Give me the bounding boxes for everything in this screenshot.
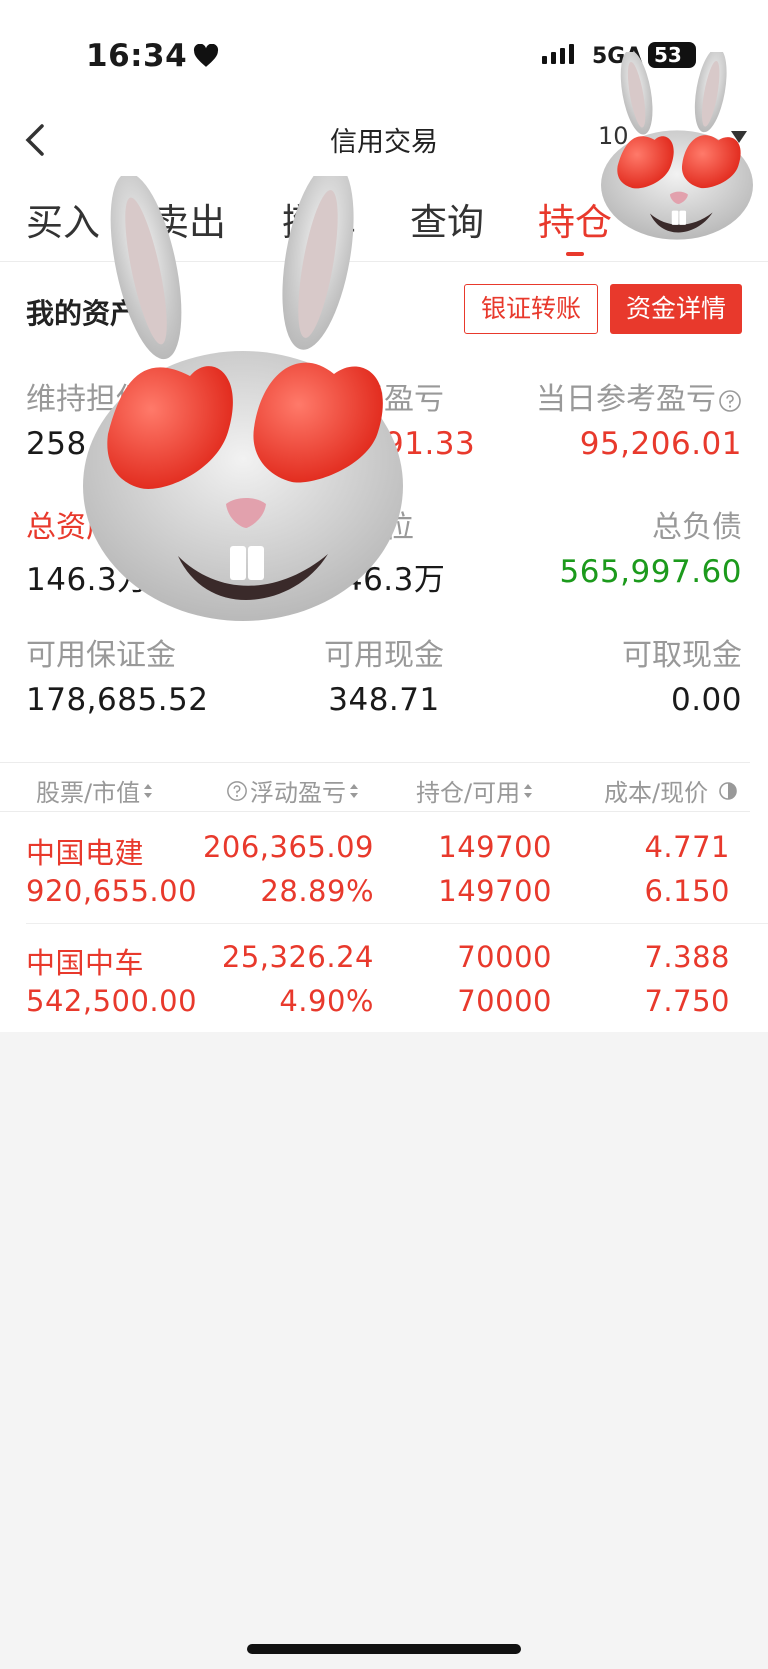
cost-price: 7.388 [644, 940, 730, 974]
market-value: 920,655.00 [26, 874, 198, 908]
home-indicator[interactable] [247, 1644, 521, 1654]
pnl-amount: 206,365.09 [202, 830, 374, 864]
pnl-percent: 4.90% [279, 984, 374, 1018]
heart-eyes-rabbit-sticker [83, 176, 403, 621]
stock-name: 中国中车 [26, 946, 145, 980]
help-icon[interactable] [226, 780, 248, 802]
metric-label: 当日参考盈亏 [536, 382, 716, 417]
col-header-position[interactable]: 持仓/可用 [416, 773, 533, 808]
col-header-label: 成本/现价 [604, 779, 709, 807]
holdings-table-header: 股票/市值 浮动盈亏 持仓/可用 成本/现价 [0, 762, 750, 812]
metric-value: 565,997.60 [559, 554, 742, 590]
help-icon[interactable] [718, 389, 742, 413]
bank-transfer-button[interactable]: 银证转账 [464, 284, 598, 334]
status-time: 16:34 [86, 38, 219, 74]
metric-available-cash: 可用现金 348.71 [264, 630, 504, 718]
tab-query[interactable]: 查询 [410, 192, 484, 246]
metric-value: 178,685.52 [26, 682, 209, 718]
col-header-cost[interactable]: 成本/现价 [604, 773, 738, 808]
sort-icon [350, 783, 358, 798]
col-header-stock[interactable]: 股票/市值 [36, 773, 153, 808]
metric-label: 可用现金 [324, 638, 444, 673]
col-header-label: 股票/市值 [36, 779, 141, 807]
metric-value: 0.00 [670, 682, 742, 718]
available-qty: 70000 [457, 984, 552, 1018]
active-tab-indicator [566, 252, 584, 256]
col-header-label: 持仓/可用 [416, 779, 521, 807]
metric-label: 可用保证金 [26, 638, 176, 673]
fund-details-button[interactable]: 资金详情 [610, 284, 742, 334]
sort-icon [524, 783, 533, 798]
metric-value: 348.71 [328, 682, 440, 718]
holding-row[interactable]: 中国中车 542,500.00 25,326.24 4.90% 70000 70… [0, 924, 768, 1034]
heart-icon [194, 44, 219, 67]
col-header-pnl[interactable]: 浮动盈亏 [226, 773, 359, 808]
column-toggle-icon[interactable] [718, 781, 738, 801]
pnl-amount: 25,326.24 [221, 940, 374, 974]
sort-icon [144, 783, 153, 798]
pnl-percent: 28.89% [260, 874, 374, 908]
stock-name: 中国电建 [26, 836, 145, 870]
current-price: 6.150 [644, 874, 730, 908]
metric-daily-pnl: 当日参考盈亏 95,206.01 [502, 374, 742, 462]
cellular-signal-icon [542, 44, 574, 64]
metric-label: 总负债 [652, 510, 742, 545]
position-qty: 70000 [457, 940, 552, 974]
metric-value: 95,206.01 [579, 426, 742, 462]
market-value: 542,500.00 [26, 984, 198, 1018]
clock-text: 16:34 [86, 38, 188, 74]
cost-price: 4.771 [644, 830, 730, 864]
col-header-label: 浮动盈亏 [250, 779, 346, 807]
metric-available-margin: 可用保证金 178,685.52 [26, 630, 266, 718]
heart-eyes-rabbit-sticker [601, 52, 753, 240]
position-qty: 149700 [438, 830, 552, 864]
metric-withdrawable-cash: 可取现金 0.00 [502, 630, 742, 718]
metric-label: 可取现金 [622, 638, 742, 673]
available-qty: 149700 [438, 874, 552, 908]
holding-row[interactable]: 中国电建 920,655.00 206,365.09 28.89% 149700… [0, 814, 768, 924]
current-price: 7.750 [644, 984, 730, 1018]
metric-total-liabilities: 总负债 565,997.60 [502, 502, 743, 590]
